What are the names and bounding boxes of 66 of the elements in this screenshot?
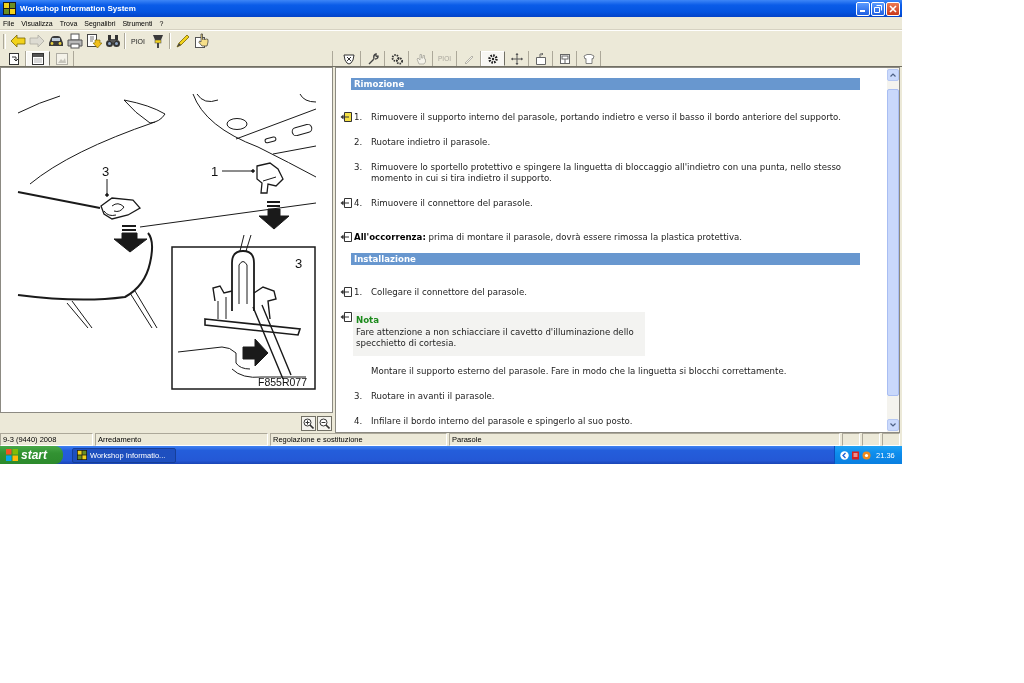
section-heading: Rimozione	[351, 78, 860, 90]
circle-icon[interactable]	[862, 450, 871, 460]
scroll-up-button[interactable]	[887, 69, 899, 81]
restore-icon	[874, 4, 882, 13]
picture-icon	[55, 52, 68, 65]
step-text: Ruotare in avanti il parasole.	[371, 391, 495, 402]
document-icon[interactable]	[851, 450, 860, 460]
status-panel	[842, 433, 860, 446]
step-number: 3.	[354, 391, 364, 402]
wrench-icon	[366, 52, 379, 65]
step-text: Rimuovere lo sportello protettivo e spingere la linguetta di bloccaggio all'indietro con una punta, nello stesso momento in cui si tira indietro il supporto.	[371, 162, 843, 184]
hand-pointer-icon[interactable]	[193, 33, 210, 49]
restore-button[interactable]	[871, 1, 885, 16]
window-icon	[32, 52, 44, 65]
step-text: Infilare il bordo interno del parasole e spingerlo al suo posto.	[371, 416, 633, 427]
flag-icon	[6, 449, 18, 461]
zoom-in-button[interactable]	[301, 415, 316, 431]
close-button[interactable]	[886, 1, 900, 16]
callout-number: 1	[211, 164, 219, 179]
scrollbar-thumb[interactable]	[887, 89, 899, 396]
figure-code: F855R077	[258, 376, 308, 388]
zoom-out-button[interactable]	[317, 415, 332, 431]
zoom-out-icon	[319, 417, 330, 429]
window-title: Workshop Information System	[20, 4, 137, 13]
caret-down-icon	[890, 423, 896, 427]
minimize-icon	[860, 9, 865, 12]
start-button[interactable]: start	[0, 446, 63, 464]
close-icon	[889, 4, 897, 13]
zoom-in-icon	[303, 417, 314, 429]
step-text: Rimuovere il connettore del parasole.	[371, 198, 533, 209]
step-text: Rimuovere il supporto interno del parasole, portando indietro e verso il basso il bordo anteriore del supporto.	[371, 112, 841, 123]
minimize-button[interactable]	[856, 1, 870, 16]
status-panel	[882, 433, 900, 446]
printer-icon[interactable]	[66, 33, 83, 49]
hand-icon	[414, 52, 427, 65]
caret-up-icon	[890, 73, 896, 77]
step-text: Ruotare indietro il parasole.	[371, 137, 491, 148]
shield-icon	[342, 52, 355, 65]
callout-number: 3	[102, 164, 110, 179]
step-number: 4.	[354, 416, 364, 427]
section-heading: Installazione	[351, 253, 860, 265]
step-number: 3.	[354, 162, 364, 173]
shirt-icon	[582, 52, 595, 65]
step-number: 1.	[354, 112, 364, 123]
app-icon	[3, 2, 16, 15]
pencil-icon[interactable]	[174, 33, 191, 49]
note-text: Fare attenzione a non schiacciare il cavetto d'illuminazione dello specchietto di cortesia.	[356, 327, 635, 349]
app-icon	[77, 450, 87, 460]
remark-text: All'occorrenza: prima di montare il parasole, dovrà essere rimossa la plastica protettiva.	[354, 232, 743, 243]
callout-number: 3	[295, 256, 303, 271]
step-number: 4.	[354, 198, 364, 209]
step-number: 1.	[354, 287, 364, 298]
gears-icon	[390, 52, 403, 65]
chevron-circle-icon[interactable]	[840, 450, 849, 460]
scroll-down-button[interactable]	[887, 419, 899, 431]
document-arrow-icon[interactable]	[85, 33, 102, 49]
binoculars-icon[interactable]	[104, 33, 121, 49]
step-number: 2.	[354, 137, 364, 148]
step-text: Collegare il connettore del parasole.	[371, 287, 527, 298]
gear-icon	[487, 52, 499, 65]
document-icon	[558, 52, 571, 65]
step-text: Montare il supporto esterno del parasole. Fare in modo che la linguetta si blocchi correttamente.	[371, 366, 787, 377]
status-panel	[862, 433, 880, 446]
move-arrows-icon	[510, 52, 523, 65]
car-icon[interactable]	[47, 33, 64, 49]
note-title: Nota	[356, 315, 380, 326]
